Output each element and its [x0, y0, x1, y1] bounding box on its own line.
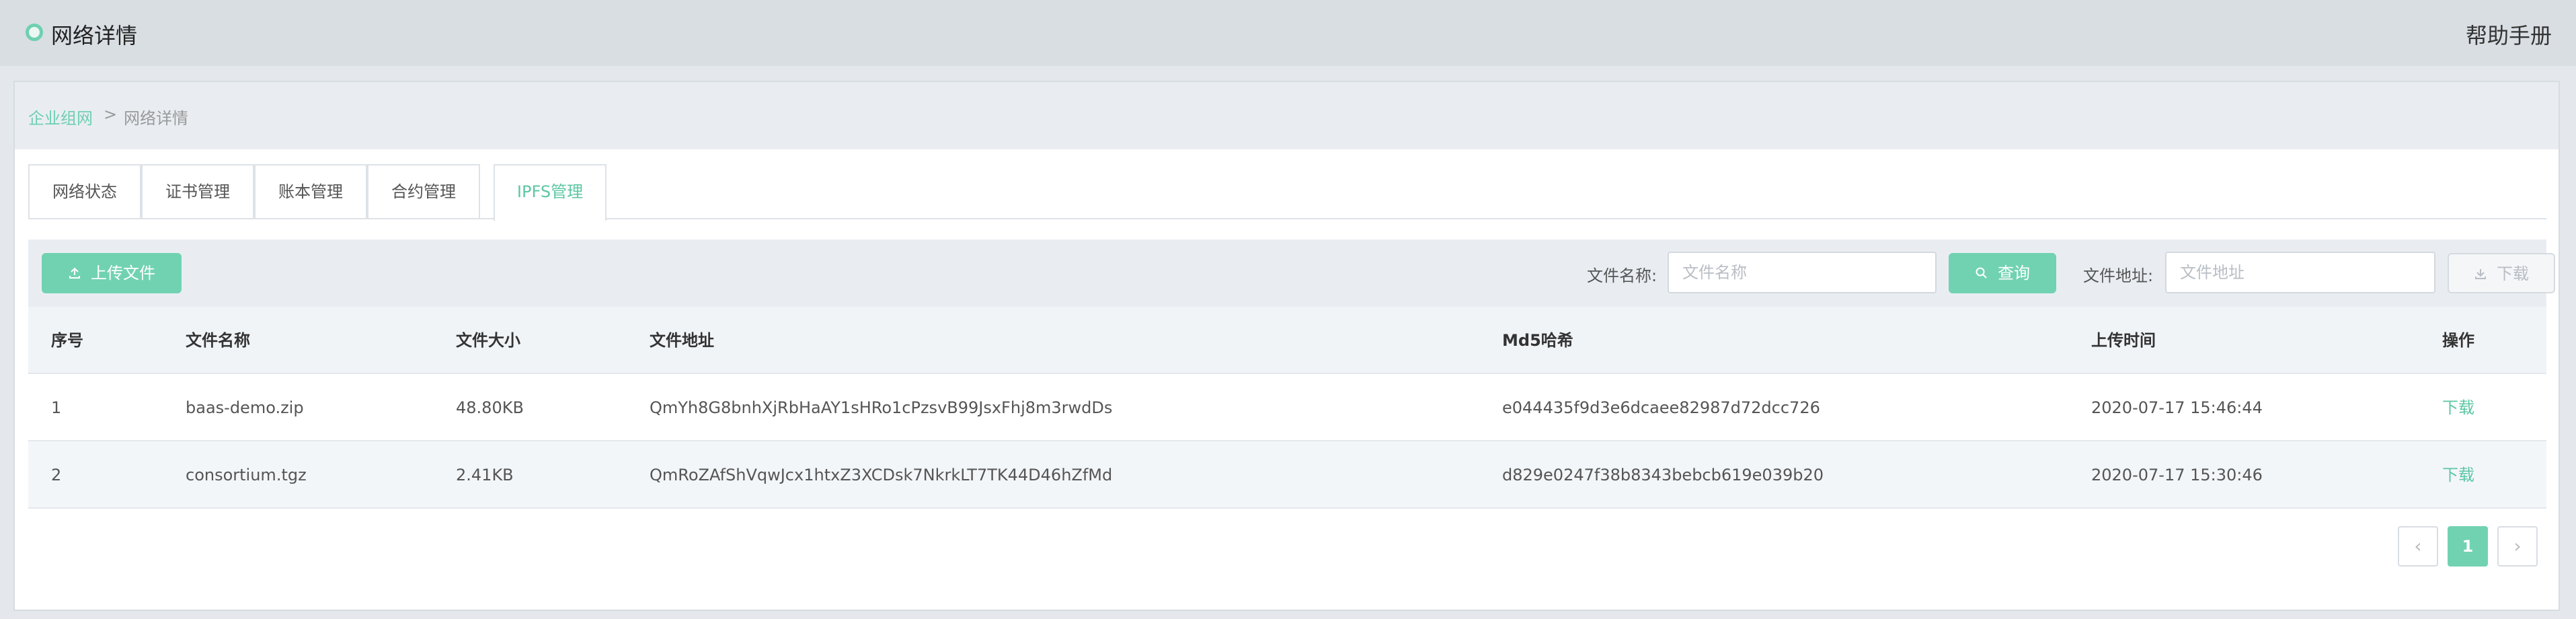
cell-file-name: baas-demo.zip: [186, 398, 304, 417]
table-header: 序号 文件名称 文件大小 文件地址 Md5哈希 上传时间 操作: [28, 307, 2546, 374]
col-upload-time: 上传时间: [2091, 331, 2156, 350]
col-action: 操作: [2442, 331, 2474, 350]
tab-network-status[interactable]: 网络状态: [28, 164, 141, 218]
upload-icon: [69, 267, 80, 279]
cell-file-address: QmYh8G8bnhXjRbHaAY1sHRo1cPzsvB99JsxFhj8m…: [650, 398, 1113, 417]
col-md5-hash: Md5哈希: [1502, 331, 1573, 350]
tab-ipfs-management[interactable]: IPFS管理: [494, 164, 607, 221]
upload-file-label: 上传文件: [91, 264, 155, 283]
cell-file-address: QmRoZAfShVqwJcx1htxZ3XCDsk7NkrkLT7TK44D4…: [650, 466, 1113, 484]
table-row: 2 consortium.tgz 2.41KB QmRoZAfShVqwJcx1…: [28, 441, 2546, 509]
cell-md5: e044435f9d3e6dcaee82987d72dcc726: [1502, 398, 1820, 417]
row-download-link[interactable]: 下载: [2442, 441, 2474, 509]
cell-index: 1: [51, 398, 62, 417]
cell-file-size: 48.80KB: [456, 398, 524, 417]
main-panel: 企业组网 > 网络详情 网络状态 证书管理 账本管理 合约管理 IPFS管理 上…: [13, 81, 2560, 611]
tab-contract-management[interactable]: 合约管理: [367, 164, 480, 218]
cell-index: 2: [51, 466, 62, 484]
breadcrumb-separator: >: [104, 105, 118, 124]
page-1-button[interactable]: 1: [2448, 526, 2488, 567]
tab-underline: [28, 218, 2546, 219]
file-address-label: 文件地址:: [2083, 266, 2154, 285]
file-name-label: 文件名称:: [1587, 266, 1657, 285]
breadcrumb-root-link[interactable]: 企业组网: [28, 105, 93, 129]
file-name-input[interactable]: [1668, 252, 1937, 293]
search-button[interactable]: 查询: [1949, 253, 2056, 293]
status-ring-icon: [26, 24, 43, 41]
col-file-address: 文件地址: [650, 331, 714, 350]
download-button-label: 下载: [2497, 264, 2529, 283]
table-row: 1 baas-demo.zip 48.80KB QmYh8G8bnhXjRbHa…: [28, 374, 2546, 441]
download-button[interactable]: 下载: [2448, 253, 2555, 293]
cell-upload-time: 2020-07-17 15:46:44: [2091, 398, 2263, 417]
cell-file-size: 2.41KB: [456, 466, 514, 484]
search-button-label: 查询: [1998, 264, 2030, 283]
search-icon: [1976, 267, 1987, 279]
prev-page-button[interactable]: ‹: [2398, 526, 2438, 567]
tab-certificate-management[interactable]: 证书管理: [141, 164, 254, 218]
col-file-size: 文件大小: [456, 331, 520, 350]
row-download-link[interactable]: 下载: [2442, 374, 2474, 441]
col-file-name: 文件名称: [186, 331, 250, 350]
help-manual-link[interactable]: 帮助手册: [2466, 19, 2552, 50]
file-address-input[interactable]: [2165, 252, 2435, 293]
top-header: 网络详情 帮助手册: [0, 0, 2576, 66]
breadcrumb: 企业组网 > 网络详情: [15, 82, 2559, 149]
tab-ledger-management[interactable]: 账本管理: [254, 164, 367, 218]
cell-file-name: consortium.tgz: [186, 466, 307, 484]
cell-md5: d829e0247f38b8343bebcb619e039b20: [1502, 466, 1824, 484]
upload-file-button[interactable]: 上传文件: [42, 253, 182, 293]
cell-upload-time: 2020-07-17 15:30:46: [2091, 466, 2263, 484]
next-page-button[interactable]: ›: [2497, 526, 2538, 567]
col-index: 序号: [51, 331, 83, 350]
download-icon: [2475, 269, 2486, 279]
page-title: 网络详情: [51, 23, 138, 48]
breadcrumb-current: 网络详情: [124, 109, 188, 128]
ipfs-toolbar: 上传文件 文件名称: 查询 文件地址: 下载: [28, 240, 2555, 307]
